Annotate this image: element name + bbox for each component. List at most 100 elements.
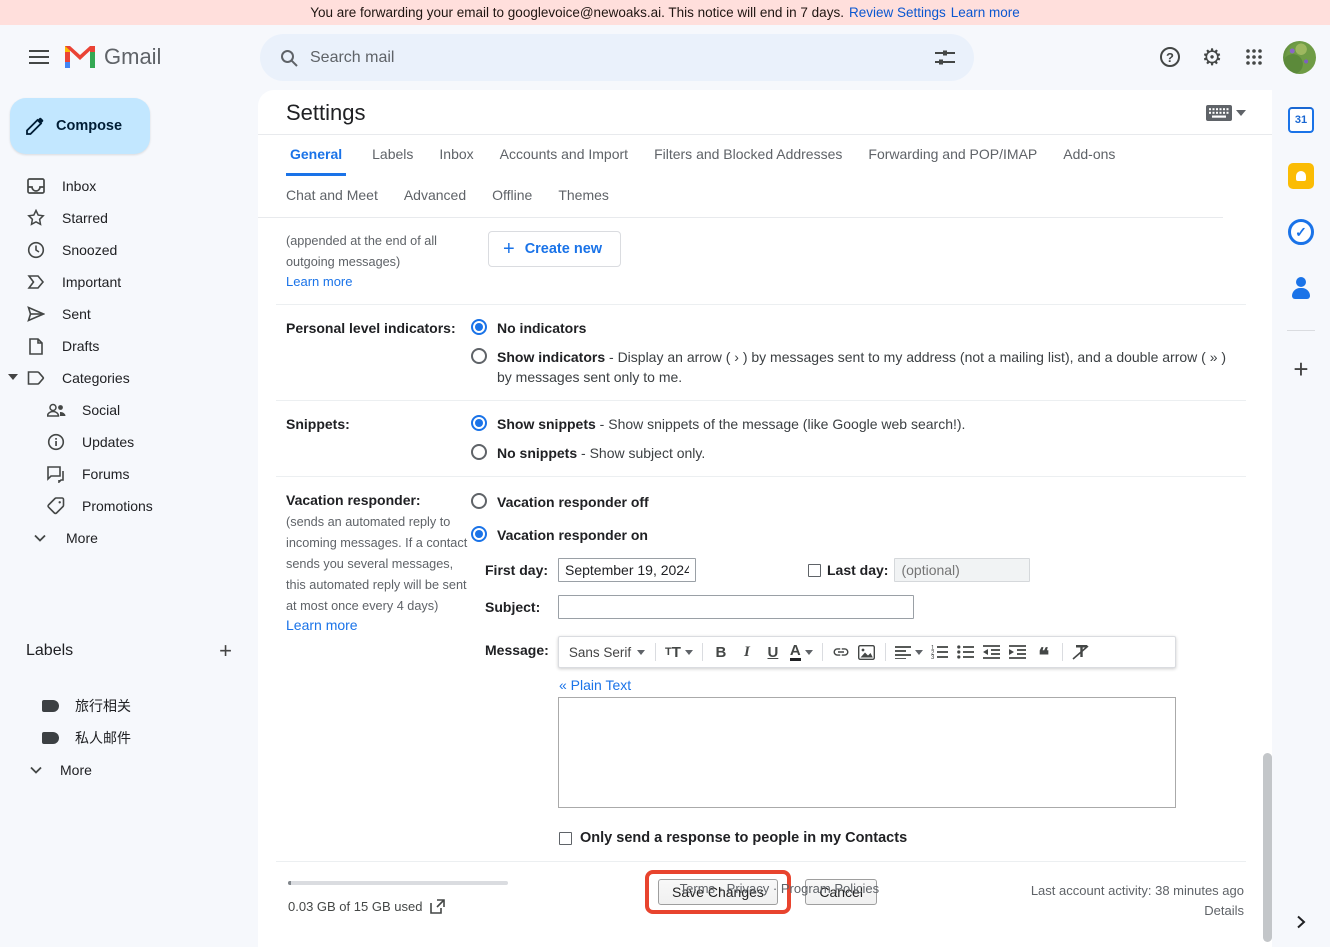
clock-icon [26, 241, 46, 259]
bulleted-list-icon[interactable] [954, 640, 978, 664]
calendar-icon[interactable]: 31 [1283, 102, 1319, 138]
tab-themes[interactable]: Themes [558, 176, 609, 217]
radio-no-snippets[interactable] [471, 444, 487, 460]
storage-meter [288, 881, 508, 885]
align-icon[interactable] [892, 640, 926, 664]
search-options-icon[interactable] [924, 37, 966, 79]
privacy-link[interactable]: Privacy [727, 881, 770, 896]
remove-formatting-icon[interactable] [1069, 640, 1093, 664]
labels-more[interactable]: More [0, 754, 244, 786]
signature-row: (appended at the end of all outgoing mes… [276, 218, 1246, 305]
google-apps-icon[interactable] [1233, 36, 1275, 78]
tab-accounts-and-import[interactable]: Accounts and Import [500, 135, 628, 176]
tab-offline[interactable]: Offline [492, 176, 532, 217]
indent-less-icon[interactable] [980, 640, 1004, 664]
indent-more-icon[interactable] [1006, 640, 1030, 664]
chevron-down-icon [30, 766, 42, 774]
send-icon [26, 306, 46, 322]
gmail-logo[interactable]: Gmail [64, 37, 161, 77]
create-new-signature-button[interactable]: + Create new [488, 231, 621, 267]
sidebar-item-sent[interactable]: Sent [0, 298, 244, 330]
text-color-button[interactable]: A [787, 640, 816, 664]
program-policies-link[interactable]: Program Policies [781, 881, 879, 896]
main-menu-icon[interactable] [16, 34, 62, 80]
categories-expand-icon[interactable] [8, 374, 18, 380]
sidebar-item-promotions[interactable]: Promotions [0, 490, 244, 522]
tab-inbox[interactable]: Inbox [439, 135, 473, 176]
sidebar-item-important[interactable]: Important [0, 266, 244, 298]
plain-text-link[interactable]: « Plain Text [559, 677, 1176, 693]
sidebar-item-forums[interactable]: Forums [0, 458, 244, 490]
tab-addons[interactable]: Add-ons [1063, 135, 1115, 176]
sidebar-item-inbox[interactable]: Inbox [0, 170, 244, 202]
insert-image-icon[interactable] [855, 640, 879, 664]
tab-advanced[interactable]: Advanced [404, 176, 466, 217]
numbered-list-icon[interactable]: 123 [928, 640, 952, 664]
vacation-message-textarea[interactable] [558, 697, 1176, 808]
radio-vacation-on[interactable] [471, 526, 487, 542]
last-day-checkbox[interactable] [808, 564, 821, 577]
font-size-button[interactable]: TT [662, 640, 696, 664]
details-link[interactable]: Details [1031, 901, 1244, 921]
last-day-input[interactable] [894, 558, 1030, 582]
get-addons-icon[interactable]: + [1283, 351, 1319, 387]
hide-side-panel-icon[interactable] [1297, 915, 1306, 929]
sidebar-item-starred[interactable]: Starred [0, 202, 244, 234]
sidebar-item-drafts[interactable]: Drafts [0, 330, 244, 362]
tab-general[interactable]: General [286, 135, 346, 176]
create-label-icon[interactable]: + [219, 638, 232, 664]
side-panel-divider [1287, 330, 1315, 331]
help-icon[interactable]: ? [1149, 36, 1191, 78]
radio-show-indicators[interactable] [471, 348, 487, 364]
account-avatar[interactable] [1283, 41, 1316, 74]
search-input[interactable] [310, 49, 924, 67]
terms-link[interactable]: Terms [680, 881, 715, 896]
personal-indicators-row: Personal level indicators: No indicators… [276, 305, 1246, 401]
contacts-only-checkbox[interactable] [559, 832, 572, 845]
banner-learn-more-link[interactable]: Learn more [951, 5, 1020, 20]
contacts-icon[interactable] [1283, 270, 1319, 306]
settings-gear-icon[interactable]: ⚙ [1191, 36, 1233, 78]
svg-text:3: 3 [931, 655, 935, 659]
first-day-input[interactable] [558, 558, 696, 582]
external-link-icon[interactable] [430, 899, 445, 914]
option-no-snippets: No snippets - Show subject only. [471, 443, 1246, 463]
subject-input[interactable] [558, 595, 914, 619]
inbox-icon [26, 178, 46, 194]
input-tools-toggle[interactable] [1206, 105, 1246, 121]
tab-labels[interactable]: Labels [372, 135, 413, 176]
sidebar-item-categories[interactable]: Categories [0, 362, 244, 394]
first-day-label: First day: [485, 562, 558, 578]
label-item-private[interactable]: 私人邮件 [0, 722, 244, 754]
tab-forwarding[interactable]: Forwarding and POP/IMAP [868, 135, 1037, 176]
keep-icon[interactable] [1283, 158, 1319, 194]
compose-button[interactable]: Compose [10, 98, 150, 154]
italic-button[interactable]: I [735, 640, 759, 664]
header-actions: ? ⚙ [1149, 36, 1316, 78]
message-label: Message: [485, 636, 558, 658]
tab-filters[interactable]: Filters and Blocked Addresses [654, 135, 842, 176]
underline-button[interactable]: U [761, 640, 785, 664]
label-icon [42, 700, 59, 712]
sidebar-item-snoozed[interactable]: Snoozed [0, 234, 244, 266]
radio-vacation-off[interactable] [471, 493, 487, 509]
quote-icon[interactable]: ❝ [1032, 640, 1056, 664]
vacation-learn-more-link[interactable]: Learn more [286, 617, 358, 633]
search-icon[interactable] [268, 37, 310, 79]
label-item-travel[interactable]: 旅行相关 [0, 690, 244, 722]
font-family-select[interactable]: Sans Serif [565, 640, 649, 664]
radio-no-indicators[interactable] [471, 319, 487, 335]
signature-learn-more-link[interactable]: Learn more [286, 274, 352, 289]
tab-chat-and-meet[interactable]: Chat and Meet [286, 176, 378, 217]
chevron-down-icon [30, 534, 50, 542]
insert-link-icon[interactable] [829, 640, 853, 664]
option-vacation-off: Vacation responder off [471, 492, 1246, 512]
sidebar-item-social[interactable]: Social [0, 394, 244, 426]
tasks-icon[interactable]: ✓ [1283, 214, 1319, 250]
review-settings-link[interactable]: Review Settings [849, 5, 946, 20]
sidebar-item-updates[interactable]: Updates [0, 426, 244, 458]
bold-button[interactable]: B [709, 640, 733, 664]
sidebar-item-more[interactable]: More [0, 522, 244, 554]
scrollbar[interactable] [1263, 753, 1272, 942]
radio-show-snippets[interactable] [471, 415, 487, 431]
